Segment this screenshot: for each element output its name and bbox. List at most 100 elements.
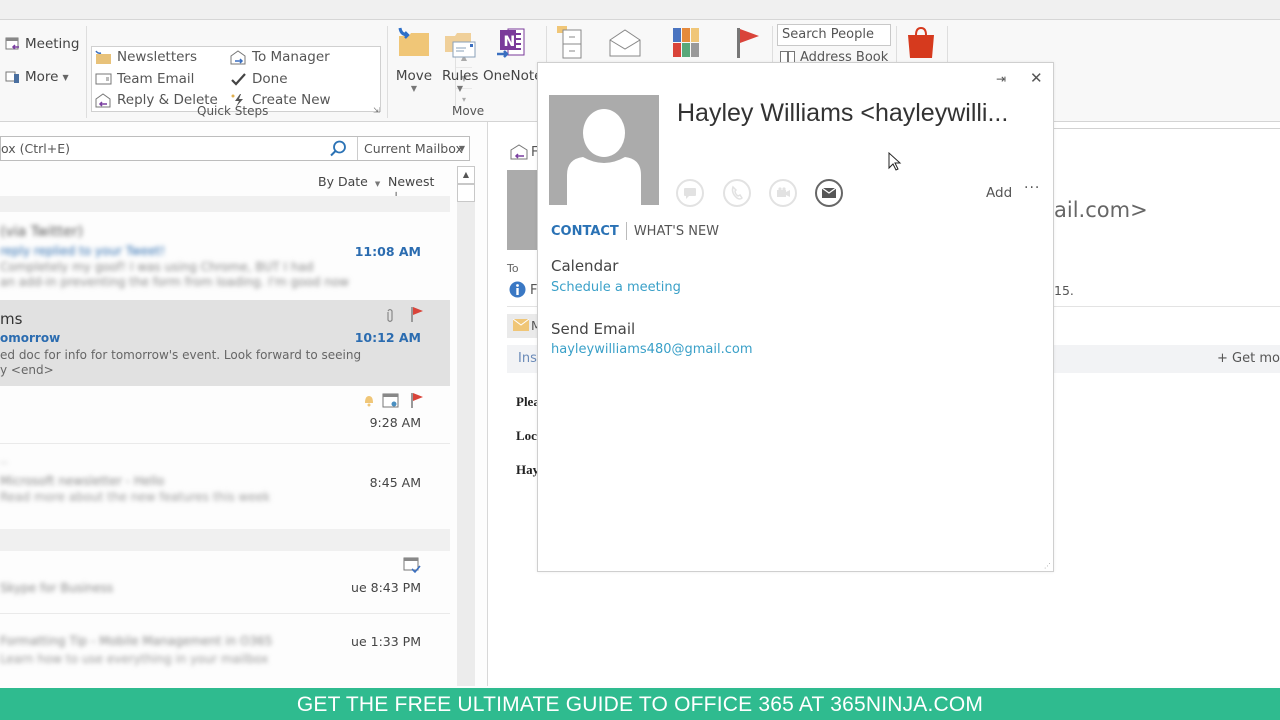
sort-bar: By Date ▼ Newest ↓ (0, 170, 450, 204)
get-more-addins-button[interactable]: + Get mo (1217, 351, 1280, 366)
calendar-heading: Calendar (551, 257, 619, 275)
message-time: 8:45 AM (369, 475, 421, 490)
quick-steps-group-label: Quick Steps (197, 104, 269, 118)
envelope-icon (513, 319, 529, 331)
im-button[interactable] (676, 179, 704, 207)
to-label: To (507, 262, 519, 275)
quick-step-done[interactable]: Done (230, 71, 288, 87)
message-preview: Learn how to use everything in your mail… (0, 652, 269, 666)
divider (1054, 128, 1280, 129)
message-time: 11:08 AM (354, 244, 421, 259)
meeting-accepted-icon (403, 557, 421, 574)
message-item-selected[interactable]: ms omorrow ed doc for info for tomorrow'… (0, 300, 450, 386)
search-scope-dropdown[interactable]: Current Mailbox ▼ (357, 137, 469, 160)
more-respond-button[interactable]: More ▼ (5, 69, 69, 85)
search-icon[interactable] (329, 140, 347, 157)
reminder-bell-icon (365, 396, 373, 407)
resize-grip-icon[interactable]: ⋰ (1044, 562, 1051, 570)
categorize-icon[interactable] (672, 27, 702, 59)
video-button[interactable] (769, 179, 797, 207)
video-icon (777, 187, 790, 197)
scroll-up-arrow[interactable]: ▲ (457, 166, 475, 184)
promo-banner[interactable]: GET THE FREE ULTIMATE GUIDE TO OFFICE 36… (0, 688, 1280, 720)
message-list-scrollbar[interactable]: ▲ (457, 166, 475, 686)
quick-step-label: To Manager (252, 49, 330, 65)
more-respond-label: More (25, 69, 59, 85)
contact-card-tabs: CONTACT WHAT'S NEW (551, 222, 719, 240)
move-group-label: Move (452, 104, 485, 118)
send-email-heading: Send Email (551, 320, 636, 338)
body-line: Loc (516, 428, 537, 443)
store-icon[interactable] (905, 26, 937, 60)
add-contact-button[interactable]: Add (986, 185, 1012, 201)
search-people-placeholder: Search People (782, 27, 874, 42)
call-button[interactable] (723, 179, 751, 207)
checkmark-icon (231, 72, 246, 86)
message-item[interactable]: ·· Microsoft newsletter - Hello Read mor… (0, 448, 450, 518)
move-button[interactable]: Move ▼ (395, 26, 433, 93)
search-mailbox-field[interactable]: ox (Ctrl+E) Current Mailbox ▼ (0, 136, 470, 161)
date-group-header (0, 529, 450, 551)
search-scope-label: Current Mailbox (364, 141, 463, 156)
quick-step-team-email[interactable]: Team Email (95, 71, 194, 87)
date-fragment: 15. (1054, 283, 1074, 298)
message-subject: Formatting Tip - Mobile Management in O3… (0, 634, 273, 648)
tab-contact[interactable]: CONTACT (551, 224, 619, 239)
schedule-meeting-link[interactable]: Schedule a meeting (551, 280, 681, 295)
quick-step-label: Newsletters (117, 49, 198, 65)
quick-step-label: Team Email (117, 71, 195, 87)
sort-by-dropdown[interactable]: By Date ▼ (318, 174, 380, 189)
message-time: ue 1:33 PM (351, 634, 421, 649)
message-item[interactable]: Formatting Tip - Mobile Management in O3… (0, 616, 450, 686)
chevron-down-icon: ▼ (62, 72, 69, 82)
more-respond-icon (5, 71, 19, 83)
dialog-launcher-icon[interactable]: ⇲ (373, 106, 380, 115)
more-options-icon[interactable]: ··· (1024, 180, 1040, 196)
pin-icon[interactable]: ⇥ (996, 72, 1006, 86)
ribbon-separator (86, 26, 87, 118)
tab-separator (625, 222, 627, 240)
close-icon[interactable]: ✕ (1030, 69, 1043, 87)
svg-text:N: N (504, 34, 516, 50)
message-time: 9:28 AM (369, 415, 421, 430)
person-placeholder-icon (567, 109, 641, 205)
reply-icon[interactable] (510, 144, 528, 160)
rules-button[interactable]: Rules ▼ (442, 26, 478, 93)
email-button[interactable] (815, 179, 843, 207)
quick-step-newsletters[interactable]: Newsletters (95, 49, 197, 65)
meeting-request-icon (382, 393, 399, 408)
flag-icon[interactable] (410, 306, 424, 322)
chevron-down-icon: ▼ (458, 144, 465, 153)
follow-up-flag-icon[interactable] (735, 26, 763, 60)
search-people-input[interactable]: Search People (777, 24, 891, 46)
title-strip (0, 0, 1280, 20)
message-item[interactable]: 9:28 AM (0, 388, 450, 444)
meeting-button[interactable]: Meeting (5, 36, 79, 52)
quick-step-to-manager[interactable]: To Manager (230, 49, 330, 65)
message-item[interactable]: (via Twitter) reply replied to your Twee… (0, 218, 450, 298)
message-subject: Microsoft newsletter - Hello (0, 474, 165, 488)
scrollbar-thumb[interactable] (457, 184, 475, 202)
mail-icon (821, 187, 837, 198)
message-subject: Skype for Business (0, 581, 114, 595)
get-more-label: Get mo (1232, 351, 1280, 366)
archive-icon[interactable] (556, 26, 588, 60)
move-folder-icon (398, 27, 429, 56)
rules-icon (445, 33, 476, 58)
tab-whats-new[interactable]: WHAT'S NEW (634, 224, 719, 239)
contact-card: ⇥ ✕ Hayley Williams <hayleywilli... Add … (537, 62, 1054, 572)
chevron-down-icon: ▼ (456, 84, 464, 93)
contact-avatar (549, 95, 659, 205)
message-item[interactable]: Skype for Business ue 8:43 PM (0, 554, 450, 614)
message-subject: reply replied to your Tweet! (0, 244, 166, 258)
onenote-button[interactable]: N OneNote (483, 26, 542, 84)
unread-read-icon[interactable] (608, 28, 642, 58)
message-sender: ms (0, 310, 23, 328)
email-link[interactable]: hayleywilliams480@gmail.com (551, 342, 753, 357)
message-preview-2: y <end> (0, 363, 54, 377)
move-label: Move (395, 68, 433, 84)
forward-icon (230, 49, 246, 64)
message-preview: Read more about the new features this we… (0, 490, 271, 504)
flag-icon[interactable] (410, 392, 424, 408)
message-preview: Completely my goof! I was using Chrome, … (0, 260, 314, 274)
